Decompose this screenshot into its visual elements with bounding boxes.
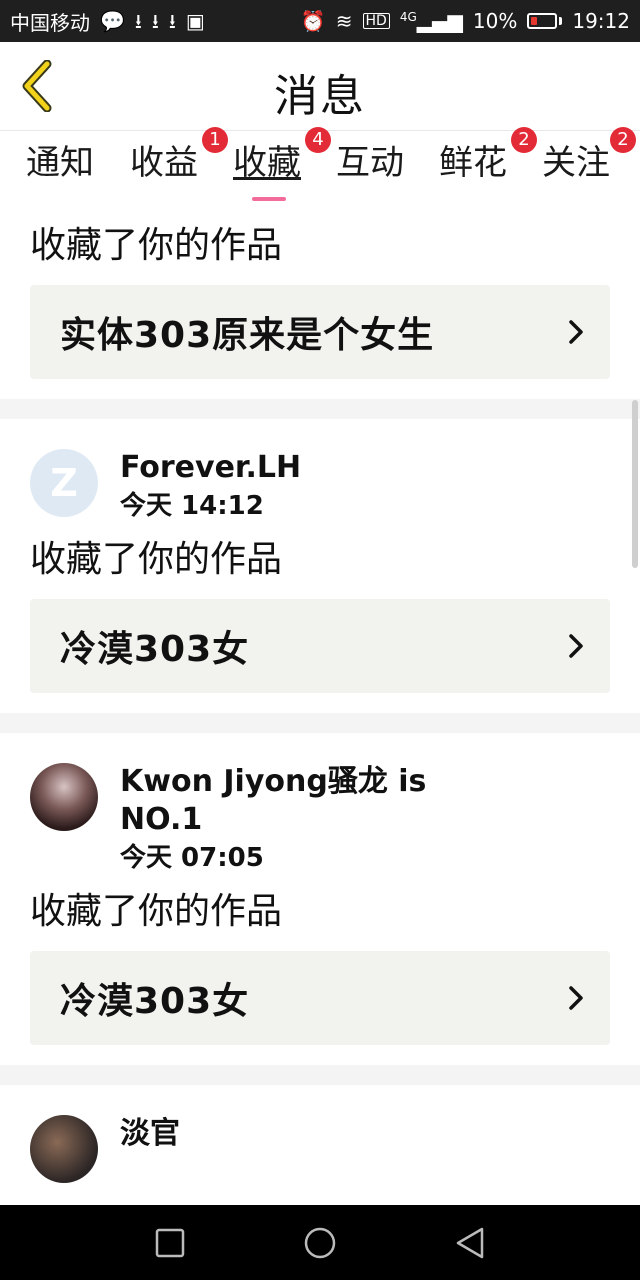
action-text: 收藏了你的作品 [30, 539, 283, 580]
status-right: ⏰ ≋ HD 4G▂▄▆ 10% 19:12 [301, 9, 630, 33]
download-icon: ⭳ [151, 9, 159, 33]
list-item: Z Forever.LH 今天 14:12 收藏了你的作品 冷漠303女 [0, 419, 640, 693]
active-tab-indicator [252, 197, 286, 201]
tab-bar: 通知 收益 1 收藏 4 互动 鲜花 2 关注 2 [0, 127, 640, 205]
timestamp: 今天 07:05 [120, 843, 264, 873]
download-icon: ⭳ [168, 9, 176, 33]
divider [0, 399, 640, 419]
list-item: Kwon Jiyong骚龙 is NO.1 今天 07:05 收藏了你的作品 冷… [0, 733, 640, 1045]
signal-icon: 4G▂▄▆ [399, 9, 463, 33]
tab-label: 关注 [542, 143, 610, 183]
divider [0, 1065, 640, 1085]
chevron-right-icon [569, 634, 583, 658]
tab-flowers[interactable]: 鲜花 2 [439, 127, 537, 185]
tab-notifications[interactable]: 通知 [26, 141, 94, 185]
status-bar: 中国移动 💬 ⭳ ⭳ ⭳ ▣ ⏰ ≋ HD 4G▂▄▆ 10% 19:12 [0, 0, 640, 42]
user-name[interactable]: 淡官 [120, 1115, 610, 1153]
tab-earnings[interactable]: 收益 1 [130, 127, 228, 185]
tab-badge: 4 [305, 127, 331, 153]
tab-favorites[interactable]: 收藏 4 [233, 127, 331, 185]
action-text: 收藏了你的作品 [30, 891, 283, 932]
action-text: 收藏了你的作品 [30, 225, 283, 266]
avatar[interactable] [30, 1115, 98, 1183]
work-link[interactable]: 实体303原来是个女生 [30, 285, 610, 379]
avatar[interactable]: Z [30, 449, 98, 517]
battery-icon [527, 13, 563, 29]
back-icon [456, 1227, 484, 1258]
image-icon: ▣ [185, 9, 205, 33]
alarm-icon: ⏰ [300, 9, 326, 33]
system-back-button[interactable] [450, 1223, 490, 1263]
wechat-icon: 💬 [100, 9, 125, 33]
tab-label: 收益 [130, 143, 198, 183]
work-link[interactable]: 冷漠303女 [30, 599, 610, 693]
download-icon: ⭳ [134, 9, 142, 33]
tab-label: 收藏 [233, 143, 301, 183]
divider [0, 713, 640, 733]
recent-apps-button[interactable] [150, 1223, 190, 1263]
scrollbar[interactable] [632, 400, 638, 568]
home-button[interactable] [300, 1223, 340, 1263]
chevron-right-icon [569, 986, 583, 1010]
tab-badge: 2 [610, 127, 636, 153]
user-row: 淡官 [30, 1085, 610, 1183]
message-list[interactable]: 收藏了你的作品 实体303原来是个女生 Z Forever.LH 今天 14:1… [0, 205, 640, 1205]
tab-badge: 2 [511, 127, 537, 153]
hd-icon: HD [362, 13, 390, 29]
status-left: 中国移动 💬 ⭳ ⭳ ⭳ ▣ [10, 7, 205, 36]
page-title: 消息 [274, 71, 366, 122]
tab-label: 通知 [26, 143, 94, 183]
tab-label: 互动 [336, 143, 404, 183]
tab-badge: 1 [202, 127, 228, 153]
tab-label: 鲜花 [439, 143, 507, 183]
wifi-icon: ≋ [335, 9, 353, 33]
chevron-right-icon [569, 320, 583, 344]
user-name[interactable]: Kwon Jiyong骚龙 is NO.1 [120, 763, 440, 839]
home-icon [304, 1227, 336, 1258]
clock: 19:12 [572, 9, 630, 33]
user-name[interactable]: Forever.LH [120, 449, 610, 487]
avatar[interactable] [30, 763, 98, 831]
tab-follows[interactable]: 关注 2 [542, 127, 636, 185]
timestamp: 今天 14:12 [120, 491, 264, 521]
user-row: Z Forever.LH 今天 14:12 [30, 419, 610, 523]
work-title: 冷漠303女 [60, 981, 250, 1022]
work-link[interactable]: 冷漠303女 [30, 951, 610, 1045]
work-title: 冷漠303女 [60, 629, 250, 670]
tab-interactions[interactable]: 互动 [336, 141, 404, 185]
header: 消息 [0, 42, 640, 131]
network-label: 4G [399, 10, 417, 24]
user-row: Kwon Jiyong骚龙 is NO.1 今天 07:05 [30, 733, 610, 875]
list-item: 收藏了你的作品 实体303原来是个女生 [0, 205, 640, 379]
list-item: 淡官 [0, 1085, 640, 1183]
nav-bar [0, 1205, 640, 1280]
recent-apps-icon [155, 1228, 185, 1257]
work-title: 实体303原来是个女生 [60, 315, 435, 356]
carrier-label: 中国移动 [10, 10, 90, 35]
battery-percent: 10% [472, 9, 518, 33]
